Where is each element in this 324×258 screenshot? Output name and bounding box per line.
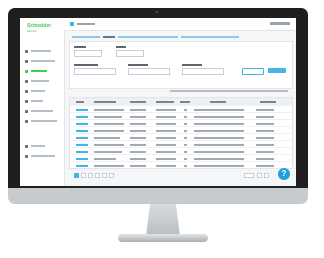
- monitor-stand-neck: [146, 204, 180, 236]
- page-button[interactable]: [74, 173, 79, 178]
- breadcrumb-item: [181, 36, 239, 38]
- page-button[interactable]: [102, 173, 107, 178]
- search-button[interactable]: [242, 68, 264, 75]
- next-page-button[interactable]: [264, 173, 269, 178]
- pagination: [74, 173, 164, 178]
- top-bar: [64, 18, 296, 31]
- device-select[interactable]: [182, 68, 224, 75]
- results-summary: [170, 90, 290, 93]
- page-button[interactable]: [95, 173, 100, 178]
- sidebar-item-users[interactable]: [25, 88, 61, 94]
- brand-logo: Schneider Electric: [27, 23, 57, 35]
- help-icon: [25, 144, 28, 148]
- from-date-field[interactable]: [74, 50, 102, 57]
- help-button[interactable]: ?: [278, 168, 290, 180]
- sidebar-item-reports[interactable]: [25, 98, 61, 104]
- to-date-label: [116, 46, 126, 48]
- breadcrumb-item[interactable]: [103, 36, 115, 38]
- sidebar-item-account[interactable]: [25, 153, 61, 159]
- alarm-icon: [25, 59, 28, 63]
- location-icon: [25, 79, 28, 83]
- sidebar-item-alarms[interactable]: [25, 58, 61, 64]
- sidebar-item-data[interactable]: [25, 118, 61, 124]
- site-selector[interactable]: [77, 23, 95, 25]
- to-date-field[interactable]: [116, 50, 144, 57]
- organization-label: [74, 64, 98, 66]
- camera-dot: [156, 11, 158, 13]
- filter-panel: [69, 41, 293, 89]
- export-button[interactable]: [268, 68, 286, 73]
- page-button[interactable]: [88, 173, 93, 178]
- prev-page-button[interactable]: [257, 173, 262, 178]
- app-screen: Schneider Electric ?: [20, 18, 296, 186]
- menu-icon[interactable]: [70, 22, 74, 26]
- report-icon: [25, 99, 28, 103]
- sidebar-item-settings[interactable]: [25, 108, 61, 114]
- brand-subtitle: Electric: [27, 29, 37, 33]
- table-header: [70, 98, 292, 105]
- organization-select[interactable]: [74, 68, 116, 75]
- page-button[interactable]: [109, 173, 114, 178]
- monitor-chin: [8, 188, 308, 204]
- data-icon: [25, 119, 28, 123]
- sidebar-item-support[interactable]: [25, 143, 61, 149]
- device-icon: [25, 69, 28, 73]
- from-date-label: [74, 46, 86, 48]
- results-summary-text: [170, 90, 288, 92]
- breadcrumb-item[interactable]: [72, 36, 100, 38]
- page-button[interactable]: [81, 173, 86, 178]
- monitor-stand-base: [118, 234, 208, 242]
- table-row[interactable]: [70, 161, 292, 169]
- events-table: [69, 97, 293, 169]
- sidebar-item-locations[interactable]: [25, 78, 61, 84]
- monitor-frame: Schneider Electric ?: [8, 8, 308, 198]
- user-menu[interactable]: [270, 22, 290, 25]
- sidebar-item-devices[interactable]: [25, 68, 61, 74]
- settings-icon: [25, 109, 28, 113]
- location-select[interactable]: [128, 68, 170, 75]
- sidebar: Schneider Electric: [20, 18, 65, 186]
- user-icon: [25, 89, 28, 93]
- rows-per-page-select[interactable]: [244, 173, 254, 178]
- account-icon: [25, 154, 28, 158]
- rows-per-page: [244, 173, 278, 178]
- overview-icon: [25, 49, 28, 53]
- sidebar-item-overview[interactable]: [25, 48, 61, 54]
- breadcrumb-item[interactable]: [118, 36, 178, 38]
- breadcrumb: [72, 36, 252, 39]
- device-label: [182, 64, 202, 66]
- location-label: [128, 64, 148, 66]
